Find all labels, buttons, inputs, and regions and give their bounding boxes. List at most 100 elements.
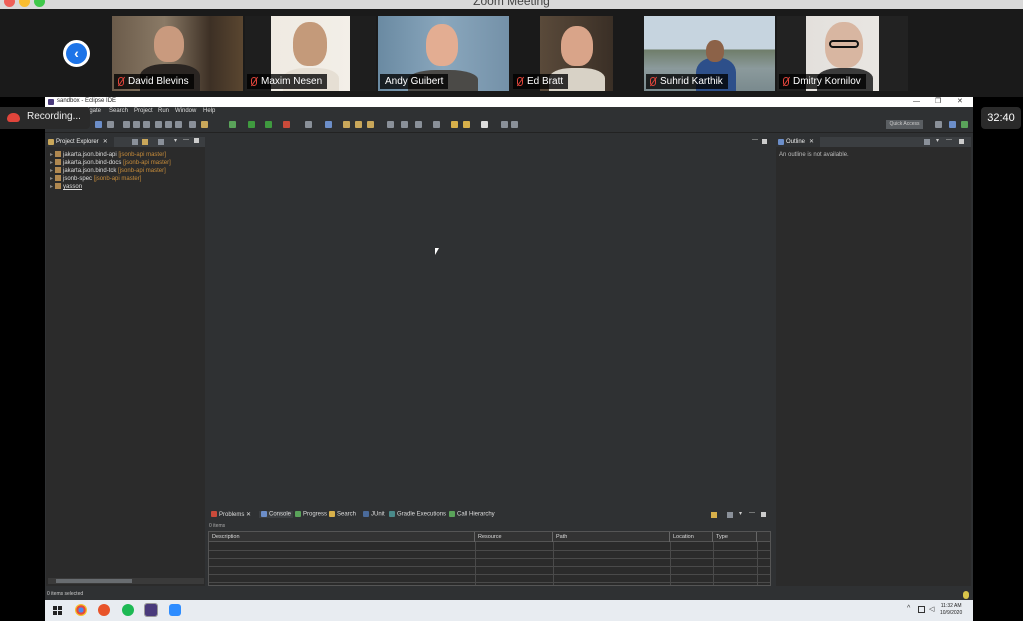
step-return-icon[interactable] [175, 121, 182, 128]
menu-run[interactable]: Run [158, 108, 169, 114]
expand-arrow-icon[interactable]: ▸ [50, 152, 53, 158]
minimize-view-icon[interactable]: — [183, 137, 189, 143]
toolbar-icon[interactable] [189, 121, 196, 128]
maximize-icon[interactable]: ❐ [935, 97, 941, 107]
toolbar-icon[interactable] [433, 121, 440, 128]
java-perspective-icon[interactable] [949, 121, 956, 128]
tree-item[interactable]: ▸ jakarta.json.bind-docs [jsonb-api maste… [50, 159, 171, 166]
filter-icon[interactable] [727, 512, 733, 518]
terminate-icon[interactable] [143, 121, 150, 128]
toolbar-icon[interactable] [305, 121, 312, 128]
forward-arrow-icon[interactable] [463, 121, 470, 128]
toolbar-icon[interactable] [95, 121, 102, 128]
menu-project[interactable]: Project [134, 108, 153, 114]
view-menu-icon[interactable]: ▾ [936, 137, 939, 144]
minimize-view-icon[interactable]: — [749, 510, 755, 516]
suspend-icon[interactable] [133, 121, 140, 128]
participant-tile[interactable]: Dmitry Kornilov [777, 16, 908, 91]
column-header-location[interactable]: Location [670, 532, 713, 542]
tab-search[interactable]: Search [329, 511, 356, 518]
minimize-view-icon[interactable]: — [946, 137, 952, 143]
tab-junit[interactable]: JUnit [363, 511, 385, 518]
expand-arrow-icon[interactable]: ▸ [50, 168, 53, 174]
coverage-icon[interactable] [265, 121, 272, 128]
toolbar-icon[interactable] [107, 121, 114, 128]
volume-icon[interactable]: ◁ [929, 605, 934, 613]
toolbar-icon[interactable] [711, 512, 717, 518]
recording-indicator[interactable]: Recording... [0, 107, 90, 129]
app-icon[interactable] [98, 604, 110, 616]
close-icon[interactable]: ✕ [957, 97, 963, 107]
participant-tile-active-speaker[interactable]: Andy Guibert [378, 16, 509, 91]
taskbar-clock[interactable]: 11:32 AM 10/9/2020 [940, 603, 962, 617]
expand-arrow-icon[interactable]: ▸ [50, 176, 53, 182]
back-arrow-icon[interactable] [451, 121, 458, 128]
chevron-up-icon[interactable]: ^ [907, 605, 910, 612]
minimize-editor-icon[interactable]: — [752, 137, 758, 143]
run-icon[interactable] [248, 121, 255, 128]
next-annotation-icon[interactable] [481, 121, 488, 128]
open-perspective-icon[interactable] [935, 121, 942, 128]
close-tab-icon[interactable]: ✕ [103, 139, 108, 145]
maximize-view-icon[interactable] [761, 512, 766, 517]
participant-tile[interactable]: Ed Bratt [511, 16, 642, 91]
toolbar-icon[interactable] [325, 121, 332, 128]
tree-item[interactable]: ▸ yasson [50, 183, 82, 190]
open-type-icon[interactable] [343, 121, 350, 128]
column-header-resource[interactable]: Resource [475, 532, 553, 542]
tab-call-hierarchy[interactable]: Call Hierarchy [449, 511, 495, 518]
tab-progress[interactable]: Progress [295, 511, 327, 518]
menu-search[interactable]: Search [109, 108, 128, 114]
toolbar-icon[interactable] [924, 139, 930, 145]
link-editor-icon[interactable] [142, 139, 148, 145]
chrome-icon[interactable] [75, 604, 87, 616]
tab-gradle-executions[interactable]: Gradle Executions [389, 511, 446, 518]
network-icon[interactable] [918, 606, 925, 613]
tab-outline[interactable]: Outline ✕ [776, 137, 821, 147]
windows-start-icon[interactable] [53, 606, 62, 615]
toolbar-icon[interactable] [415, 121, 422, 128]
maximize-view-icon[interactable] [959, 139, 964, 144]
resume-icon[interactable] [123, 121, 130, 128]
maximize-view-icon[interactable] [194, 138, 199, 143]
lightbulb-icon[interactable] [963, 591, 969, 599]
column-header-path[interactable]: Path [553, 532, 670, 542]
minimize-icon[interactable]: — [913, 97, 920, 107]
quick-access-field[interactable]: Quick Access [886, 120, 923, 129]
toolbar-icon[interactable] [367, 121, 374, 128]
eclipse-taskbar-icon[interactable] [144, 603, 158, 617]
spotify-icon[interactable] [122, 604, 134, 616]
expand-arrow-icon[interactable]: ▸ [50, 160, 53, 166]
toolbar-icon[interactable] [201, 121, 208, 128]
editor-area[interactable]: — [207, 137, 772, 505]
scrollbar-thumb[interactable] [56, 579, 132, 583]
collapse-all-icon[interactable] [132, 139, 138, 145]
menu-help[interactable]: Help [203, 108, 215, 114]
debug-perspective-icon[interactable] [961, 121, 968, 128]
zoom-taskbar-icon[interactable] [169, 604, 181, 616]
external-tools-icon[interactable] [283, 121, 290, 128]
step-into-icon[interactable] [155, 121, 162, 128]
column-header-type[interactable]: Type [713, 532, 757, 542]
tab-problems[interactable]: Problems ✕ [211, 511, 251, 518]
close-tab-icon[interactable]: ✕ [246, 512, 251, 518]
tree-item[interactable]: ▸ jakarta.json.bind-tck [jsonb-api master… [50, 167, 166, 174]
close-tab-icon[interactable]: ✕ [809, 139, 814, 145]
toolbar-icon[interactable] [511, 121, 518, 128]
view-menu-icon[interactable]: ▾ [174, 137, 177, 144]
maximize-editor-icon[interactable] [762, 139, 767, 144]
toolbar-icon[interactable] [355, 121, 362, 128]
view-menu-icon[interactable]: ▾ [739, 510, 742, 517]
tree-item[interactable]: ▸ jsonb-spec [jsonb-api master] [50, 175, 141, 182]
tree-item[interactable]: ▸ jakarta.json.bind-api [jsonb-api master… [50, 151, 166, 158]
debug-icon[interactable] [229, 121, 236, 128]
horizontal-scrollbar[interactable] [48, 578, 204, 584]
gallery-prev-button[interactable]: ‹ [63, 40, 90, 67]
step-over-icon[interactable] [165, 121, 172, 128]
menu-window[interactable]: Window [175, 108, 196, 114]
tab-project-explorer[interactable]: Project Explorer ✕ [46, 137, 114, 147]
participant-tile[interactable]: Maxim Nesen [245, 16, 376, 91]
column-header-description[interactable]: Description [209, 532, 475, 542]
toolbar-icon[interactable] [401, 121, 408, 128]
expand-arrow-icon[interactable]: ▸ [50, 184, 53, 190]
